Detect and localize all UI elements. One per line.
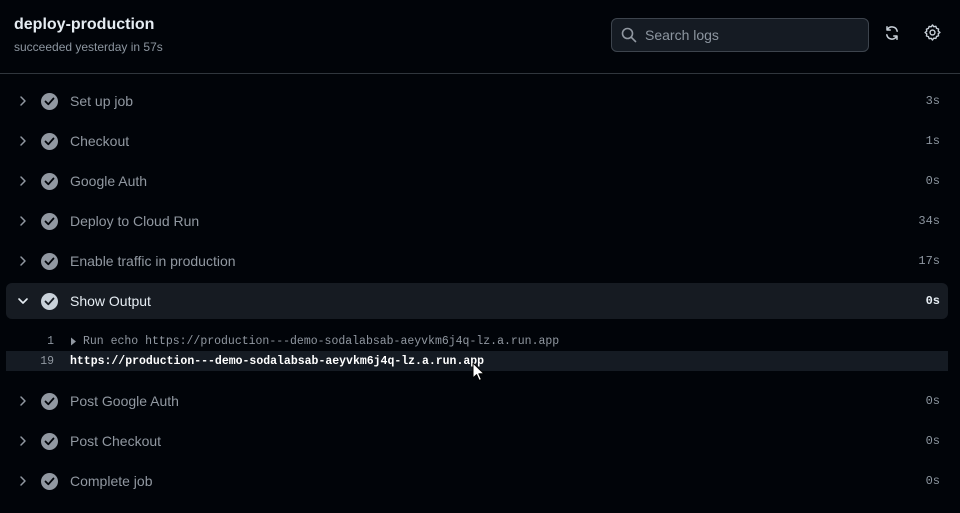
- step-duration: 0s: [925, 174, 940, 188]
- check-circle-icon: [41, 472, 58, 490]
- step-post-google-auth[interactable]: Post Google Auth 0s: [0, 381, 960, 421]
- check-circle-icon: [41, 432, 58, 450]
- step-enable-traffic[interactable]: Enable traffic in production 17s: [0, 241, 960, 281]
- check-circle-icon: [41, 92, 58, 110]
- step-name: Google Auth: [70, 173, 148, 189]
- step-duration: 1s: [925, 134, 940, 148]
- step-name: Checkout: [70, 133, 130, 149]
- step-checkout[interactable]: Checkout 1s: [0, 121, 960, 161]
- search-logs-box[interactable]: [611, 18, 869, 52]
- step-name: Deploy to Cloud Run: [70, 213, 200, 229]
- settings-button[interactable]: [922, 24, 942, 46]
- job-title: deploy-production: [14, 16, 155, 33]
- step-duration: 34s: [918, 214, 940, 228]
- chevron-right-icon: [16, 94, 30, 108]
- step-duration: 0s: [925, 474, 940, 488]
- chevron-down-icon: [16, 294, 30, 308]
- log-output-text: https://production---demo-sodalabsab-aey…: [70, 354, 485, 368]
- gear-icon: [923, 24, 941, 46]
- step-set-up-job[interactable]: Set up job 3s: [0, 81, 960, 121]
- log-command-text: Run echo https://production---demo-sodal…: [83, 334, 560, 348]
- step-complete-job[interactable]: Complete job 0s: [0, 461, 960, 501]
- step-name: Post Google Auth: [70, 393, 179, 409]
- step-name: Show Output: [70, 293, 151, 309]
- sync-icon: [884, 25, 900, 46]
- step-duration: 0s: [925, 434, 940, 448]
- steps-list: Set up job 3s Checkout 1s Google Auth 0s…: [0, 81, 960, 501]
- mouse-pointer-icon: [472, 362, 486, 382]
- step-duration: 3s: [925, 94, 940, 108]
- log-line-number[interactable]: 19: [24, 355, 54, 368]
- check-circle-icon: [41, 292, 58, 310]
- step-duration: 0s: [925, 294, 940, 308]
- log-line[interactable]: 1 Run echo https://production---demo-sod…: [0, 331, 960, 351]
- step-show-output[interactable]: Show Output 0s: [6, 283, 948, 319]
- step-deploy-to-cloud-run[interactable]: Deploy to Cloud Run 34s: [0, 201, 960, 241]
- chevron-right-icon: [16, 394, 30, 408]
- job-header: deploy-production succeeded yesterday in…: [0, 0, 960, 74]
- caret-right-icon[interactable]: [70, 336, 78, 346]
- step-name: Enable traffic in production: [70, 253, 236, 269]
- check-circle-icon: [41, 212, 58, 230]
- step-name: Set up job: [70, 93, 134, 109]
- log-line-number[interactable]: 1: [24, 335, 54, 348]
- job-status: succeeded yesterday in 57s: [14, 40, 163, 54]
- check-circle-icon: [41, 252, 58, 270]
- search-icon: [621, 27, 637, 43]
- check-circle-icon: [41, 172, 58, 190]
- step-name: Post Checkout: [70, 433, 162, 449]
- step-duration: 17s: [918, 254, 940, 268]
- check-circle-icon: [41, 132, 58, 150]
- step-duration: 0s: [925, 394, 940, 408]
- chevron-right-icon: [16, 254, 30, 268]
- chevron-right-icon: [16, 174, 30, 188]
- chevron-right-icon: [16, 434, 30, 448]
- chevron-right-icon: [16, 474, 30, 488]
- step-name: Complete job: [70, 473, 153, 489]
- check-circle-icon: [41, 392, 58, 410]
- chevron-right-icon: [16, 134, 30, 148]
- chevron-right-icon: [16, 214, 30, 228]
- step-post-checkout[interactable]: Post Checkout 0s: [0, 421, 960, 461]
- refresh-button[interactable]: [882, 25, 902, 45]
- search-logs-input[interactable]: [645, 27, 868, 43]
- step-google-auth[interactable]: Google Auth 0s: [0, 161, 960, 201]
